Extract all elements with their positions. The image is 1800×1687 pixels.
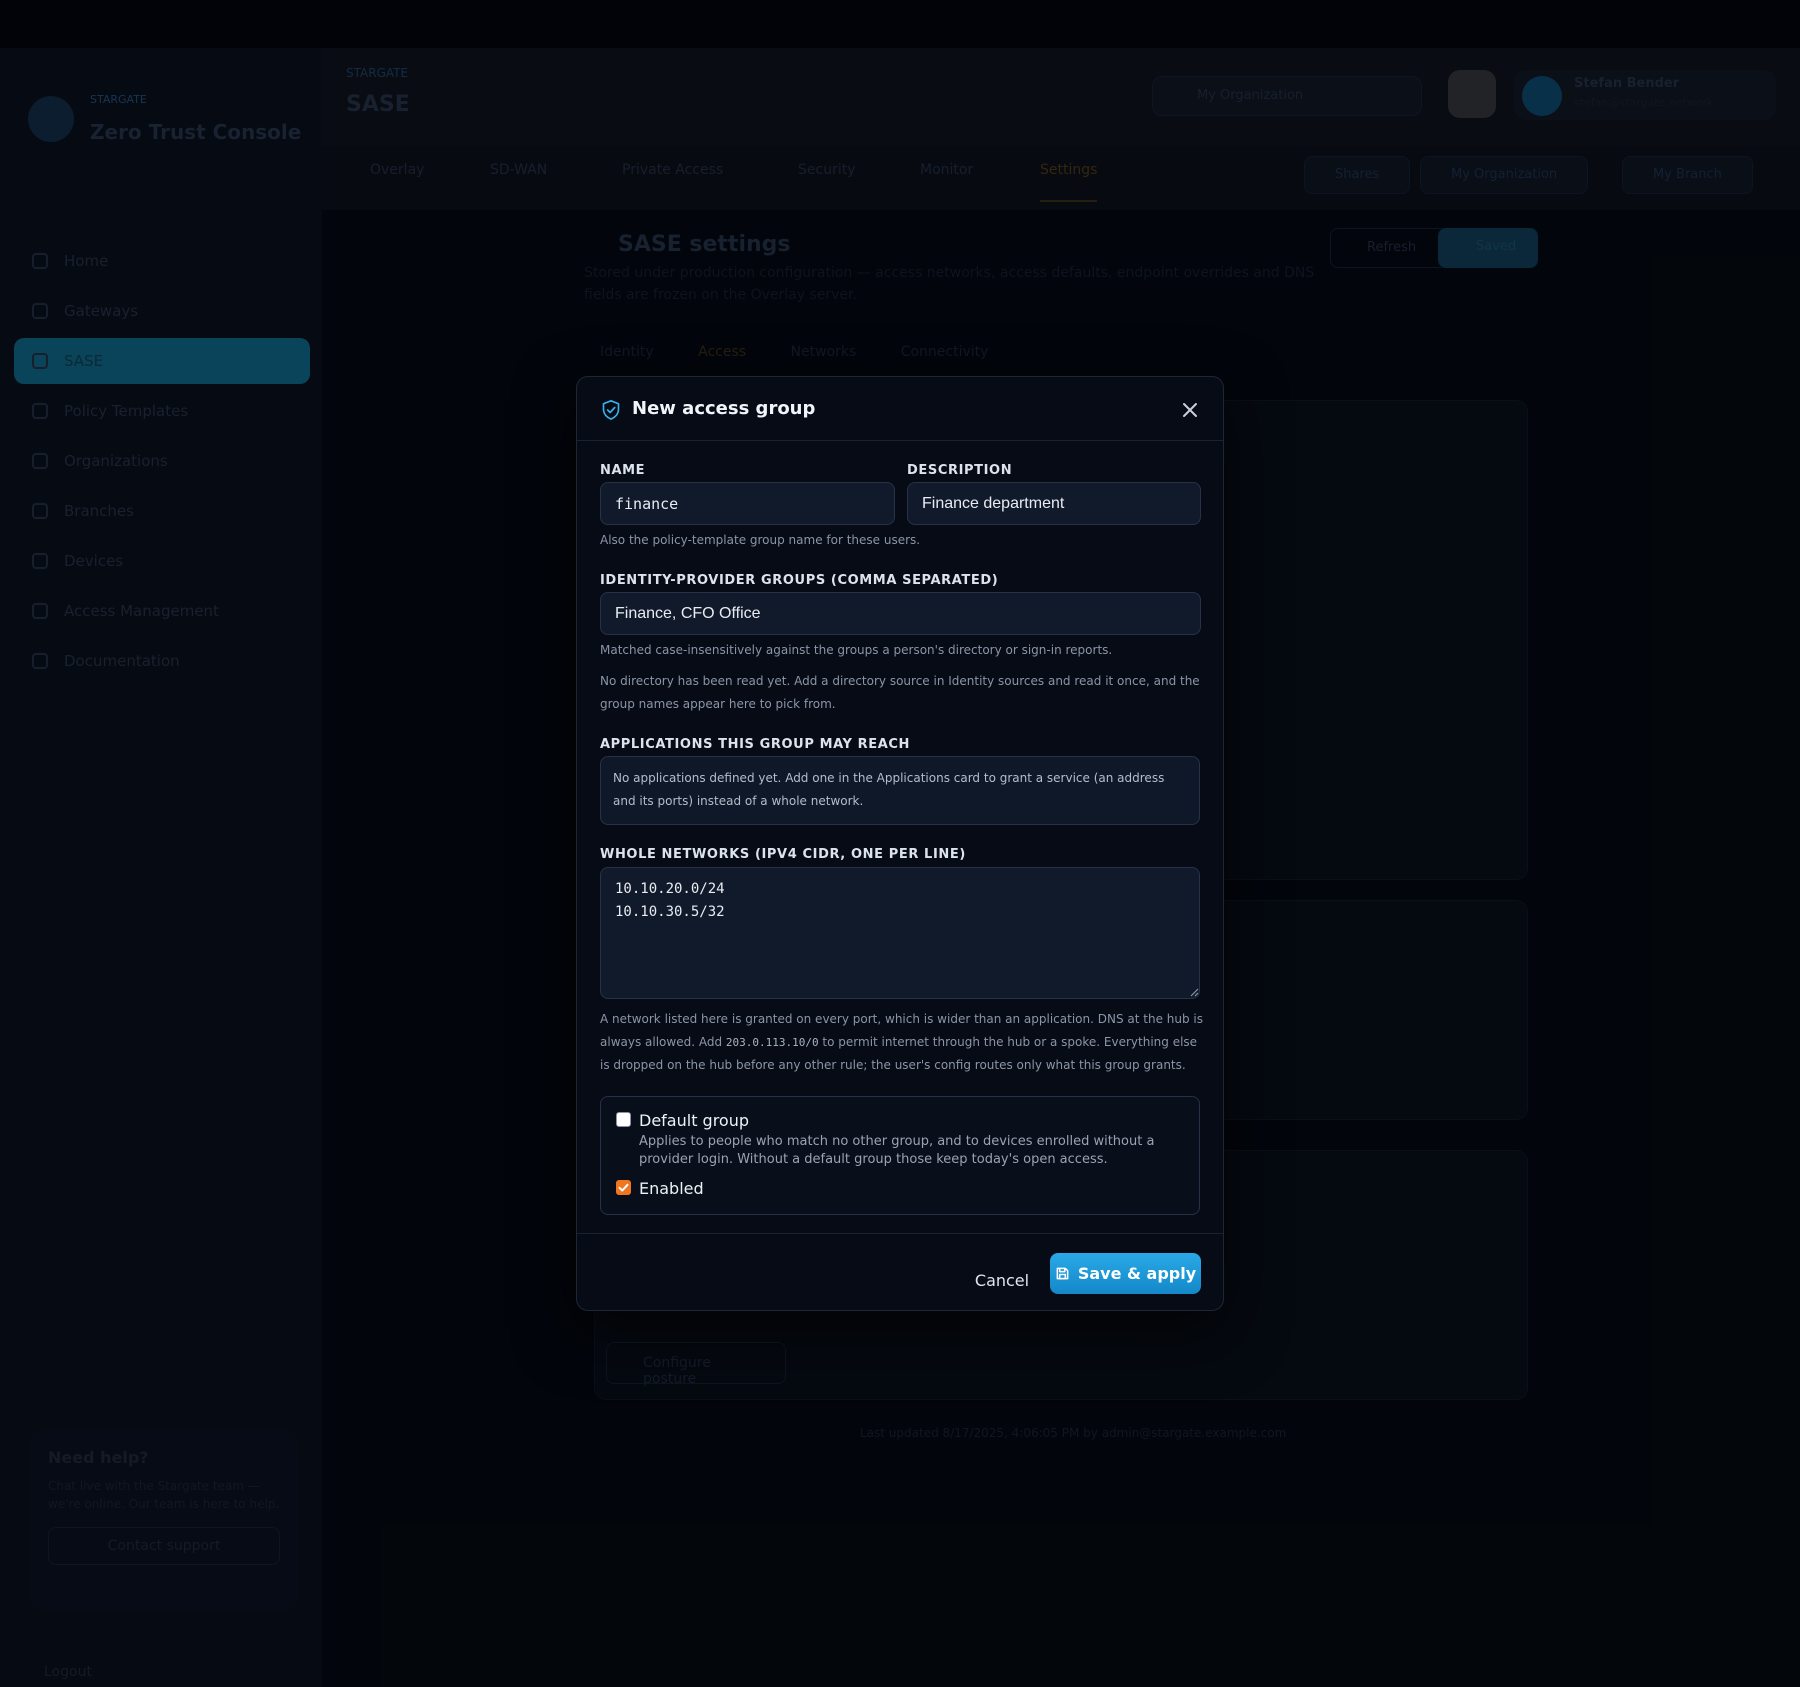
default-group-description: Applies to people who match no other gro…	[639, 1134, 1155, 1167]
idp-groups-label: IDENTITY-PROVIDER GROUPS (COMMA SEPARATE…	[600, 573, 999, 588]
default-group-checkbox[interactable]	[616, 1112, 631, 1127]
description-input[interactable]	[907, 482, 1201, 525]
shield-check-icon	[602, 400, 620, 420]
close-icon[interactable]	[1179, 399, 1201, 421]
applications-label: APPLICATIONS THIS GROUP MAY REACH	[600, 737, 911, 752]
idp-groups-input[interactable]	[600, 592, 1201, 635]
applications-empty-state: No applications defined yet. Add one in …	[600, 756, 1200, 825]
cidr-example: 203.0.113.10/0	[725, 1036, 819, 1049]
dialog-title: New access group	[632, 398, 816, 419]
idp-directory-help: No directory has been read yet. Add a di…	[600, 674, 1200, 711]
enabled-label[interactable]: Enabled	[639, 1179, 704, 1198]
save-apply-button[interactable]: Save & apply	[1050, 1253, 1201, 1294]
group-options: Default group Applies to people who matc…	[600, 1096, 1200, 1215]
cancel-button[interactable]: Cancel	[967, 1261, 1037, 1299]
new-access-group-dialog: New access group NAME DESCRIPTION Also t…	[576, 376, 1224, 1311]
dialog-footer-divider	[577, 1233, 1223, 1234]
save-icon	[1056, 1267, 1069, 1280]
enabled-checkbox[interactable]	[616, 1180, 631, 1195]
description-label: DESCRIPTION	[907, 463, 1013, 478]
resize-grip-icon[interactable]	[1189, 987, 1199, 997]
check-icon	[618, 1183, 629, 1192]
save-apply-label: Save & apply	[1077, 1264, 1197, 1283]
name-help-text: Also the policy-template group name for …	[600, 533, 921, 547]
networks-textarea[interactable]: 10.10.20.0/24 10.10.30.5/32	[600, 867, 1200, 999]
dialog-header: New access group	[577, 377, 1223, 441]
name-input[interactable]	[600, 482, 895, 525]
idp-match-help: Matched case-insensitively against the g…	[600, 643, 1113, 657]
default-group-label[interactable]: Default group	[639, 1111, 749, 1130]
networks-label: WHOLE NETWORKS (IPV4 CIDR, ONE PER LINE)	[600, 847, 966, 862]
name-label: NAME	[600, 463, 646, 478]
networks-help-text: A network listed here is granted on ever…	[600, 1012, 1204, 1072]
